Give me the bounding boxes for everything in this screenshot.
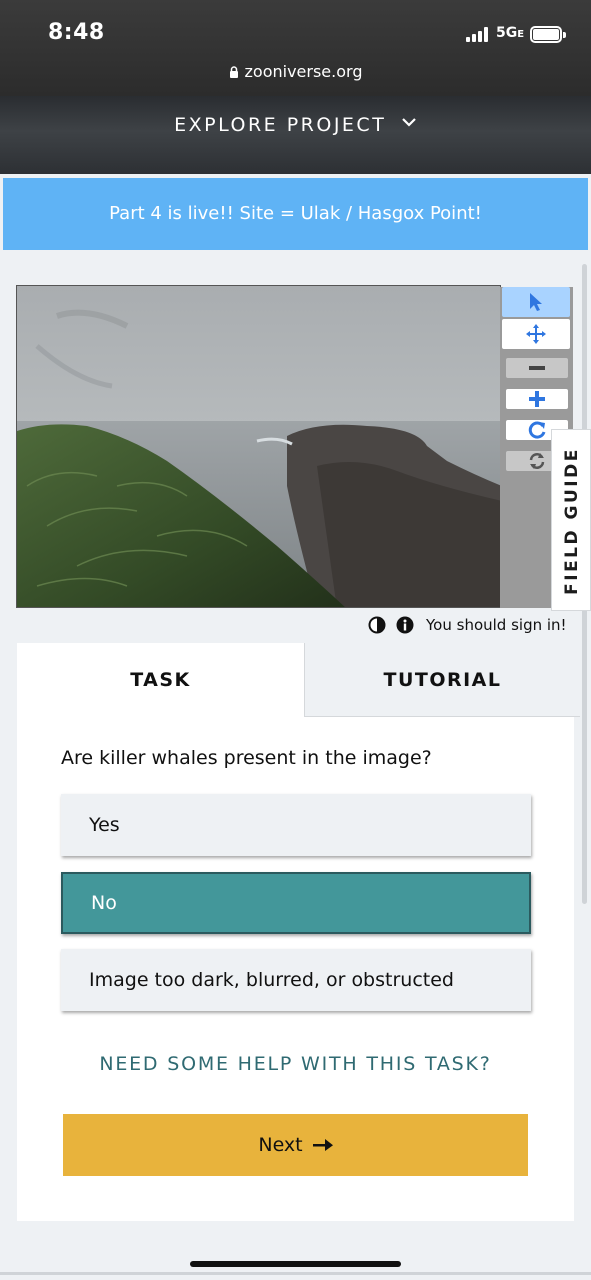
help-link[interactable]: NEED SOME HELP WITH THIS TASK?: [17, 1053, 574, 1075]
tab-task[interactable]: TASK: [17, 643, 304, 717]
announcement-banner: Part 4 is live!! Site = Ulak / Hasgox Po…: [3, 178, 588, 250]
tab-tutorial[interactable]: TUTORIAL: [304, 643, 580, 717]
info-icon[interactable]: [396, 616, 414, 634]
status-bar: 8:48 5GE zooniverse.org: [0, 0, 591, 96]
answer-obstructed-button[interactable]: Image too dark, blurred, or obstructed: [61, 949, 531, 1011]
status-time: 8:48: [48, 20, 105, 45]
network-indicator: 5GE: [496, 25, 525, 41]
zoom-out-button[interactable]: [506, 358, 568, 378]
task-panel: TASK TUTORIAL Are killer whales present …: [17, 643, 580, 1221]
foggy-coast-photo: [17, 286, 500, 607]
answer-label: Yes: [89, 814, 120, 836]
bottom-divider: [0, 1272, 591, 1275]
home-indicator[interactable]: [190, 1261, 401, 1267]
explore-project-label: EXPLORE PROJECT: [174, 114, 387, 136]
zoom-out-icon: [529, 366, 545, 370]
field-guide-tab[interactable]: FIELD GUIDE: [551, 429, 591, 611]
chevron-down-icon: [402, 118, 416, 127]
lock-icon: [229, 66, 238, 78]
url-text: zooniverse.org: [244, 62, 363, 81]
contrast-icon[interactable]: [368, 616, 386, 634]
next-button[interactable]: Next: [63, 1114, 528, 1176]
task-question: Are killer whales present in the image?: [61, 747, 432, 769]
answer-label: No: [91, 892, 117, 914]
move-tool-button[interactable]: [502, 319, 570, 349]
field-guide-label: FIELD GUIDE: [562, 447, 582, 595]
arrow-right-icon: [312, 1139, 333, 1151]
answer-yes-button[interactable]: Yes: [61, 794, 531, 856]
signal-icon: [466, 26, 492, 42]
url-bar[interactable]: zooniverse.org: [0, 62, 591, 81]
pointer-icon: [530, 293, 542, 311]
zoom-in-button[interactable]: [506, 389, 568, 409]
answer-label: Image too dark, blurred, or obstructed: [89, 969, 454, 991]
reset-icon: [529, 453, 545, 469]
project-header: EXPLORE PROJECT: [0, 96, 591, 174]
subject-image[interactable]: [16, 285, 501, 608]
sign-in-prompt[interactable]: You should sign in!: [426, 616, 567, 634]
subject-meta: You should sign in!: [368, 614, 567, 636]
rotate-icon: [528, 421, 546, 439]
explore-project-menu[interactable]: EXPLORE PROJECT: [0, 114, 591, 136]
pointer-tool-button[interactable]: [502, 287, 570, 317]
zoom-in-icon: [529, 391, 545, 407]
next-label: Next: [258, 1134, 303, 1156]
move-icon: [526, 324, 546, 344]
battery-icon: [530, 26, 566, 43]
answer-no-button[interactable]: No: [61, 872, 531, 934]
